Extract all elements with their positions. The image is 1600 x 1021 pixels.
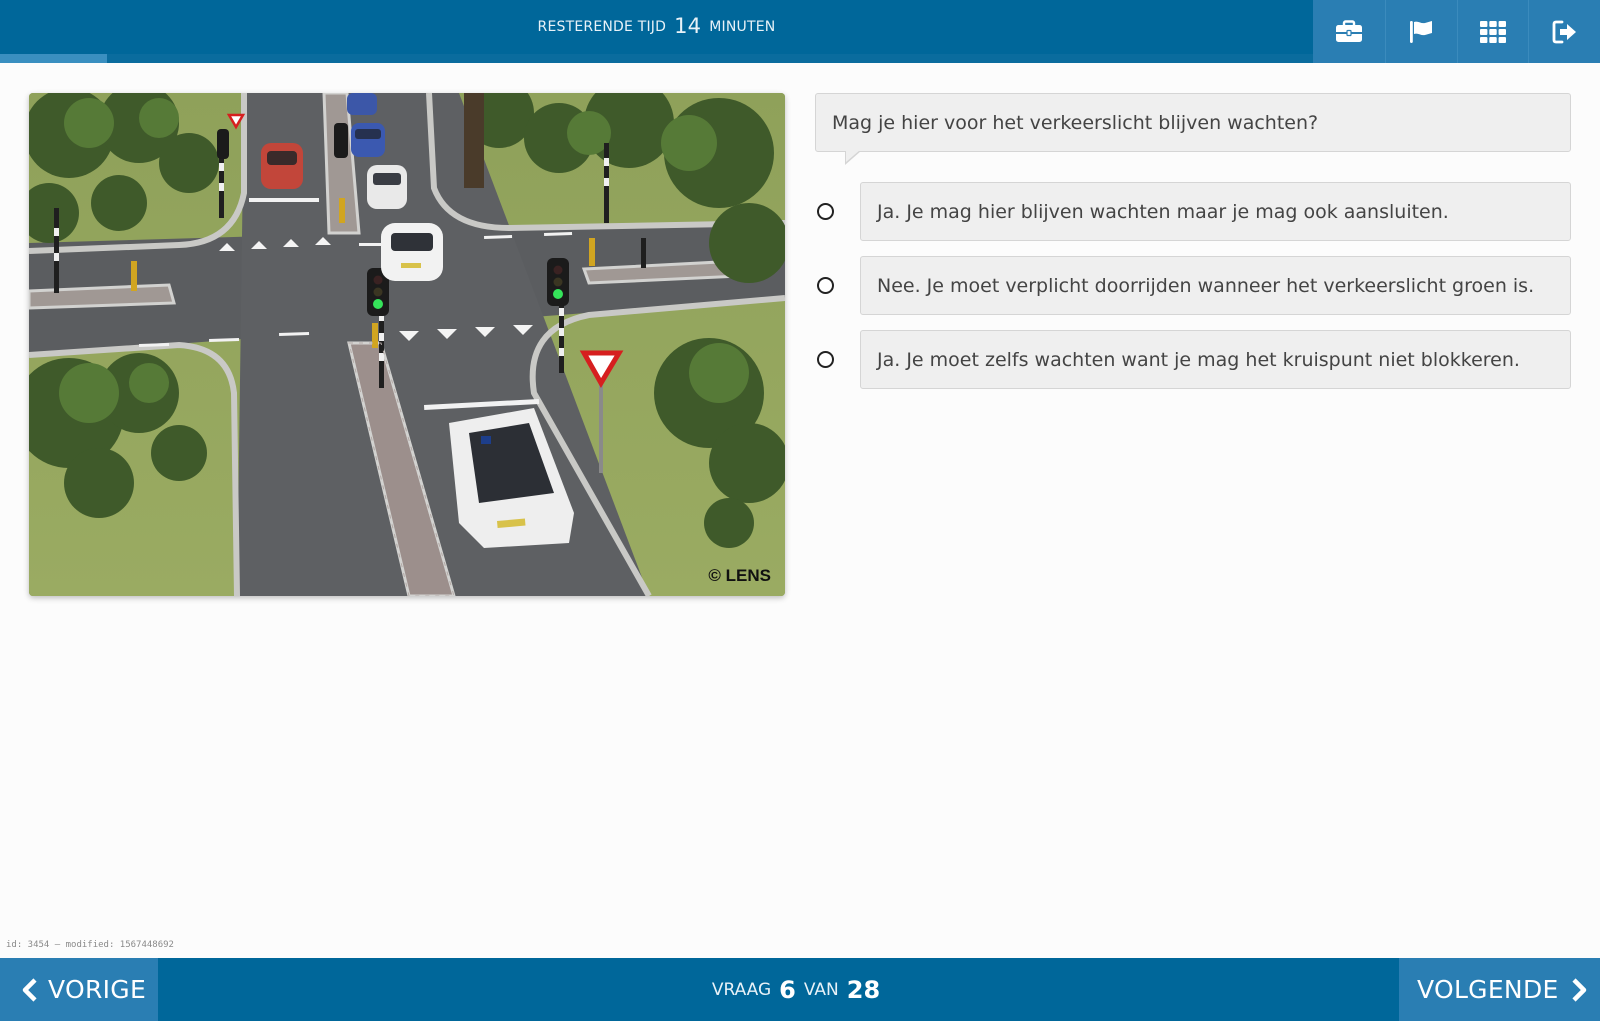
progress-bar xyxy=(0,54,1313,63)
bottom-bar: VRAAG 6 VAN 28 VORIGE VOLGENDE xyxy=(0,958,1600,1021)
question-counter: VRAAG 6 VAN 28 xyxy=(0,958,1600,1021)
flag-button[interactable] xyxy=(1384,0,1457,63)
briefcase-button[interactable] xyxy=(1313,0,1385,63)
next-button[interactable]: VOLGENDE xyxy=(1399,958,1600,1021)
chevron-right-icon xyxy=(1572,977,1586,1002)
progress-fill xyxy=(0,54,107,63)
total-questions: 28 xyxy=(846,975,881,1004)
answer-option-1[interactable]: Ja. Je mag hier blijven wachten maar je … xyxy=(815,182,1571,241)
exit-button[interactable] xyxy=(1528,0,1600,63)
question-text: Mag je hier voor het verkeerslicht blijv… xyxy=(815,93,1571,152)
timer-value: 14 xyxy=(674,14,702,38)
question-image: © LENS xyxy=(29,93,785,596)
chevron-left-icon xyxy=(22,977,37,1002)
answer-option-3[interactable]: Ja. Je moet zelfs wachten want je mag he… xyxy=(815,330,1571,389)
answer-text[interactable]: Nee. Je moet verplicht doorrijden wannee… xyxy=(860,256,1571,315)
flag-icon xyxy=(1410,20,1433,43)
grid-icon xyxy=(1479,20,1506,43)
previous-button[interactable]: VORIGE xyxy=(0,958,158,1021)
counter-mid: VAN xyxy=(803,979,839,1000)
timer-prefix: RESTERENDE TIJD xyxy=(537,19,667,35)
overview-grid-button[interactable] xyxy=(1456,0,1529,63)
radio-button[interactable] xyxy=(817,203,834,220)
answer-text[interactable]: Ja. Je mag hier blijven wachten maar je … xyxy=(860,182,1571,241)
copyright-label: © LENS xyxy=(708,566,771,585)
briefcase-icon xyxy=(1335,19,1362,42)
counter-prefix: VRAAG xyxy=(711,979,772,1000)
intersection-illustration xyxy=(29,93,785,596)
radio-button[interactable] xyxy=(817,351,834,368)
next-label: VOLGENDE xyxy=(1417,975,1559,1004)
timer-suffix: MINUTEN xyxy=(709,19,776,35)
remaining-time: RESTERENDE TIJD 14 MINUTEN xyxy=(0,0,1313,54)
previous-label: VORIGE xyxy=(48,975,147,1004)
answer-text[interactable]: Ja. Je moet zelfs wachten want je mag he… xyxy=(860,330,1571,389)
bubble-tail-inner xyxy=(846,150,860,162)
current-question: 6 xyxy=(779,975,796,1004)
radio-button[interactable] xyxy=(817,277,834,294)
sign-out-icon xyxy=(1552,20,1576,43)
top-bar: RESTERENDE TIJD 14 MINUTEN xyxy=(0,0,1600,63)
answer-option-2[interactable]: Nee. Je moet verplicht doorrijden wannee… xyxy=(815,256,1571,315)
toolbar xyxy=(1313,0,1600,63)
debug-info: id: 3454 — modified: 1567448692 xyxy=(6,940,174,950)
answer-list: Ja. Je mag hier blijven wachten maar je … xyxy=(815,182,1571,404)
